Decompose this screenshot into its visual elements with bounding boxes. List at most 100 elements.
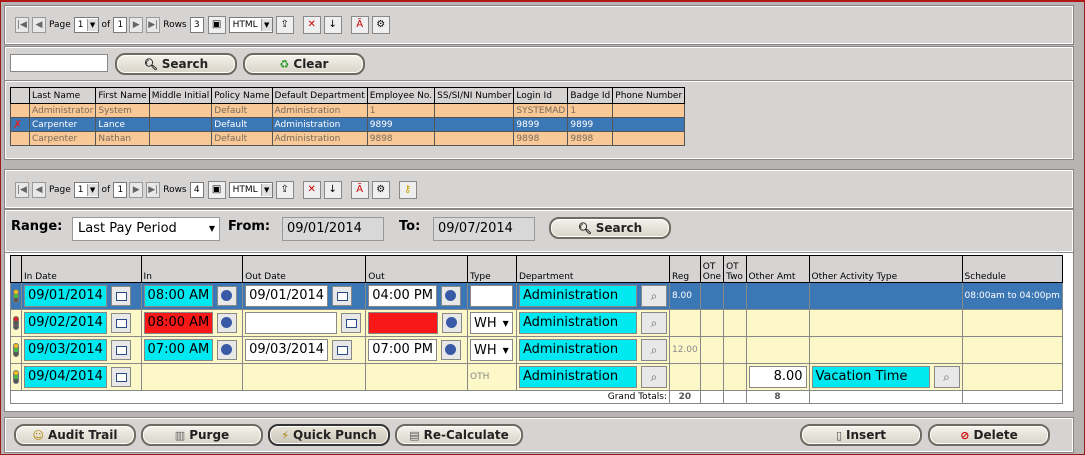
column-header-other-amt[interactable]: Other Amt [745, 255, 810, 283]
row-selector[interactable] [10, 131, 30, 146]
rows-input[interactable]: 3 [189, 17, 204, 33]
column-header-type[interactable]: Type [466, 255, 517, 283]
key-icon[interactable]: ⚷ [398, 181, 417, 199]
last-page-icon[interactable]: ▶| [146, 182, 161, 198]
other-amt-input[interactable]: 8.00 [748, 366, 807, 388]
calendar-icon[interactable] [341, 313, 362, 333]
column-header[interactable]: Middle Initial [148, 87, 213, 104]
in-date-input[interactable]: 09/03/2014 [24, 339, 107, 361]
out-time-input[interactable]: 04:00 PM [368, 285, 437, 307]
column-header[interactable]: First Name [95, 87, 150, 104]
type-select[interactable]: WH ▼ [469, 339, 513, 361]
selected-row-icon[interactable]: ✗ [10, 117, 30, 132]
column-header[interactable]: Login Id [513, 87, 569, 104]
column-header-out[interactable]: Out [365, 255, 468, 283]
column-header-in[interactable]: In [140, 255, 244, 283]
clock-icon[interactable] [442, 313, 463, 333]
row-selector[interactable] [10, 103, 30, 118]
clock-icon[interactable] [440, 286, 461, 306]
calendar-icon[interactable] [110, 286, 131, 306]
lookup-magnifier-icon[interactable]: ⌕ [640, 285, 667, 307]
department-input[interactable]: Administration [518, 339, 637, 361]
settings-gear-icon[interactable]: ⚙ [371, 16, 390, 34]
insert-button[interactable]: ▯ Insert [800, 424, 922, 446]
out-time-input[interactable] [368, 312, 439, 334]
search-button[interactable]: 🔍︎ Search [115, 53, 237, 75]
sort-icon[interactable]: ↓ [323, 181, 342, 199]
save-icon[interactable]: ▣ [207, 16, 226, 34]
column-header-ot-two[interactable]: OT Two [723, 255, 747, 283]
column-header[interactable]: Phone Number [612, 87, 686, 104]
timesheet-row[interactable]: 09/03/2014 07:00 AM 09/03/2014 07:00 PM … [10, 336, 1064, 364]
first-page-icon[interactable]: |◀ [15, 182, 29, 198]
last-page-icon[interactable]: ▶| [146, 17, 161, 33]
in-time-input[interactable]: 08:00 AM [143, 312, 214, 334]
in-date-input[interactable]: 09/04/2014 [24, 366, 107, 388]
format-select[interactable]: HTML ▼ [228, 182, 273, 198]
first-page-icon[interactable]: |◀ [15, 17, 29, 33]
save-icon[interactable]: ▣ [207, 181, 226, 199]
column-header[interactable]: Badge Id [567, 87, 614, 104]
lookup-magnifier-icon[interactable]: ⌕ [933, 366, 960, 388]
range-search-button[interactable]: 🔍︎ Search [549, 217, 671, 239]
other-type-input[interactable]: Vacation Time [811, 366, 930, 388]
recalculate-button[interactable]: ▤ Re-Calculate [395, 424, 523, 446]
column-header[interactable]: SS/SI/NI Number [434, 87, 515, 104]
export-icon[interactable]: ⇪ [275, 16, 294, 34]
timesheet-row[interactable]: 09/01/2014 08:00 AM 09/01/2014 04:00 PM … [10, 282, 1064, 310]
lookup-magnifier-icon[interactable]: ⌕ [640, 339, 667, 361]
department-input[interactable]: Administration [518, 285, 637, 307]
column-header-ot-one[interactable]: OT One [699, 255, 725, 283]
to-date-field[interactable]: 09/07/2014 [433, 217, 535, 241]
no-sort-icon[interactable]: Ã [350, 181, 369, 199]
search-input[interactable] [10, 54, 108, 72]
page-select[interactable]: 1 ▼ [73, 182, 99, 198]
in-time-input[interactable]: 07:00 AM [143, 339, 214, 361]
calendar-icon[interactable] [110, 367, 131, 387]
timesheet-row[interactable]: 09/02/2014 08:00 AM WH ▼ Administration ⌕ [10, 309, 1064, 337]
filter-clear-icon[interactable]: ✕ [302, 16, 321, 34]
clock-icon[interactable] [217, 286, 238, 306]
department-input[interactable]: Administration [518, 366, 637, 388]
calendar-icon[interactable] [332, 340, 353, 360]
type-select[interactable]: WH ▼ [469, 312, 513, 334]
department-input[interactable]: Administration [518, 312, 637, 334]
column-header[interactable]: Employee No. [366, 87, 436, 104]
sort-icon[interactable]: ↓ [323, 16, 342, 34]
next-page-icon[interactable]: ▶ [129, 182, 144, 198]
column-header-department[interactable]: Department [515, 255, 670, 283]
calendar-icon[interactable] [110, 313, 131, 333]
employee-row[interactable]: Carpenter Nathan Default Administration … [10, 131, 686, 146]
lookup-magnifier-icon[interactable]: ⌕ [640, 312, 667, 334]
column-header-schedule[interactable]: Schedule [961, 255, 1064, 283]
clear-button[interactable]: ♻ Clear [243, 53, 365, 75]
next-page-icon[interactable]: ▶ [129, 17, 144, 33]
column-header-other-type[interactable]: Other Activity Type [808, 255, 963, 283]
out-time-input[interactable]: 07:00 PM [368, 339, 437, 361]
column-header-in-date[interactable]: In Date [21, 255, 142, 283]
column-header[interactable]: Policy Name [211, 87, 273, 104]
audit-trail-button[interactable]: ☺ Audit Trail [14, 424, 136, 446]
type-select[interactable]: WH ▼ [469, 285, 513, 307]
employee-row[interactable]: Administrator System Default Administrat… [10, 103, 686, 118]
calendar-icon[interactable] [332, 286, 353, 306]
clock-icon[interactable] [440, 340, 461, 360]
prev-page-icon[interactable]: ◀ [32, 17, 46, 33]
rows-input[interactable]: 4 [189, 182, 204, 198]
column-header-out-date[interactable]: Out Date [242, 255, 367, 283]
calendar-icon[interactable] [110, 340, 131, 360]
page-select[interactable]: 1 ▼ [73, 17, 99, 33]
no-sort-icon[interactable]: Ã [350, 16, 369, 34]
settings-gear-icon[interactable]: ⚙ [371, 181, 390, 199]
column-header[interactable]: Default Department [271, 87, 368, 104]
employee-row-selected[interactable]: ✗ Carpenter Lance Default Administration… [10, 117, 686, 132]
delete-button[interactable]: ⊘ Delete [928, 424, 1050, 446]
filter-clear-icon[interactable]: ✕ [302, 181, 321, 199]
range-select[interactable]: Last Pay Period ▼ [72, 217, 220, 241]
purge-button[interactable]: ▥ Purge [141, 424, 263, 446]
clock-icon[interactable] [217, 340, 238, 360]
column-header[interactable]: Last Name [28, 87, 97, 104]
out-date-input[interactable] [245, 312, 338, 334]
export-icon[interactable]: ⇪ [275, 181, 294, 199]
timesheet-row[interactable]: 09/04/2014 OTH Administration ⌕ 8.00 Vaca… [10, 363, 1064, 391]
